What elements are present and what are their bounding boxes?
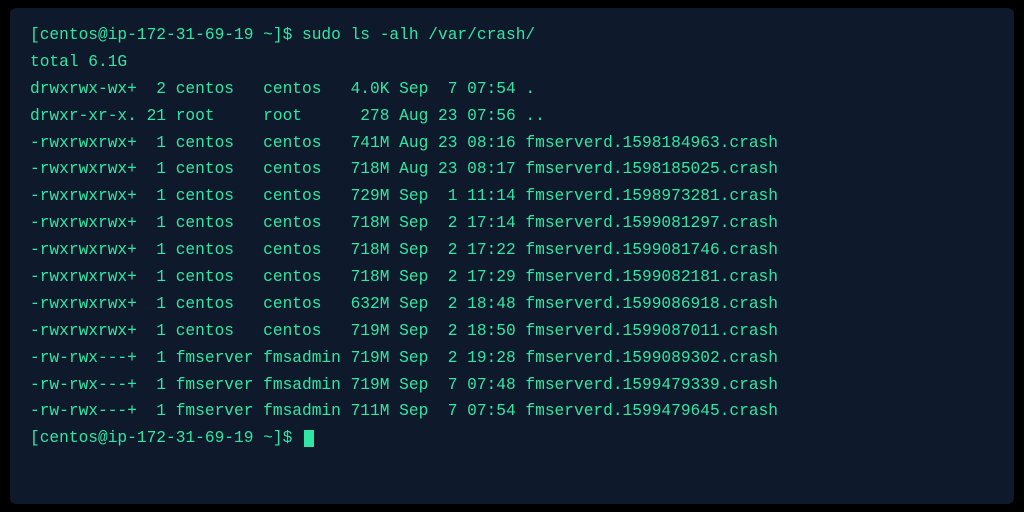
ls-row: -rw-rwx---+ 1 fmserver fmsadmin 719M Sep… — [30, 372, 994, 399]
ls-row: drwxrwx-wx+ 2 centos centos 4.0K Sep 7 0… — [30, 76, 994, 103]
ls-row: -rwxrwxrwx+ 1 centos centos 741M Aug 23 … — [30, 130, 994, 157]
shell-prompt: [centos@ip-172-31-69-19 ~]$ — [30, 26, 302, 44]
ls-row: -rwxrwxrwx+ 1 centos centos 729M Sep 1 1… — [30, 183, 994, 210]
ls-row: -rwxrwxrwx+ 1 centos centos 719M Sep 2 1… — [30, 318, 994, 345]
ls-row: -rwxrwxrwx+ 1 centos centos 718M Sep 2 1… — [30, 210, 994, 237]
prompt-line: [centos@ip-172-31-69-19 ~]$ — [30, 425, 994, 452]
total-line: total 6.1G — [30, 49, 994, 76]
cursor-block — [304, 430, 314, 448]
terminal-output[interactable]: [centos@ip-172-31-69-19 ~]$ sudo ls -alh… — [10, 8, 1014, 504]
shell-prompt: [centos@ip-172-31-69-19 ~]$ — [30, 429, 302, 447]
ls-row: -rwxrwxrwx+ 1 centos centos 718M Sep 2 1… — [30, 237, 994, 264]
ls-row: -rw-rwx---+ 1 fmserver fmsadmin 719M Sep… — [30, 345, 994, 372]
command-line: [centos@ip-172-31-69-19 ~]$ sudo ls -alh… — [30, 22, 994, 49]
ls-row: -rwxrwxrwx+ 1 centos centos 718M Sep 2 1… — [30, 264, 994, 291]
window-frame: [centos@ip-172-31-69-19 ~]$ sudo ls -alh… — [0, 0, 1024, 512]
ls-row: -rwxrwxrwx+ 1 centos centos 632M Sep 2 1… — [30, 291, 994, 318]
ls-row: -rwxrwxrwx+ 1 centos centos 718M Aug 23 … — [30, 156, 994, 183]
ls-row: drwxr-xr-x. 21 root root 278 Aug 23 07:5… — [30, 103, 994, 130]
ls-row: -rw-rwx---+ 1 fmserver fmsadmin 711M Sep… — [30, 398, 994, 425]
command-text: sudo ls -alh /var/crash/ — [302, 26, 535, 44]
